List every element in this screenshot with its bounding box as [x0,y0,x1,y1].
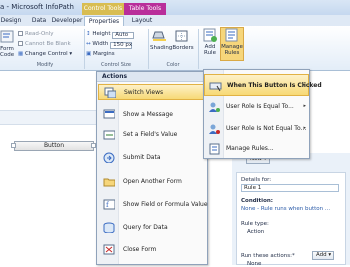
borders-label: Borders [172,45,194,51]
close-form-icon [103,244,115,255]
condition-label: Condition: [241,198,273,204]
add-rule-button[interactable]: Add Rule [200,28,220,62]
menu-item-label: Submit Data [123,154,161,161]
menu-item-open-another-form[interactable]: Open Another Form [98,174,206,190]
manage-rules-label-2: Rules [224,50,240,56]
chevron-down-icon: ▾ [328,252,332,258]
group-control-size-label: Control Size [101,62,131,68]
chevron-down-icon: ▾ [69,51,73,57]
rule-type-label: Rule type: [241,221,269,227]
actions-value: None [247,261,262,267]
context-tab-table-tools[interactable]: Table Tools [124,3,166,15]
add-action-button[interactable]: Add ▾ [312,251,334,260]
run-actions-label: Run these actions:* [241,253,295,259]
menu-item-submit-data[interactable]: Submit Data [98,150,206,166]
message-icon [103,109,115,119]
window-title: a - Microsoft InfoPath [0,3,74,11]
tab-data[interactable]: Data [28,16,50,26]
menu-item-label: Show Field or Formula Value [123,201,208,208]
menu-item-close-form[interactable]: Close Form [98,242,206,258]
manage-rules-icon [225,28,238,42]
manage-rules-button[interactable]: Manage Rules [220,27,244,61]
resize-handle-left[interactable] [11,143,16,148]
tab-layout[interactable]: Layout [128,16,156,26]
manage-rules-icon [209,143,220,155]
context-tab-control-tools[interactable]: Control Tools [82,3,124,15]
shading-button[interactable]: Shading [150,29,173,59]
read-only-checkbox[interactable]: Read-Only [18,31,54,37]
cannot-be-blank-checkbox[interactable]: Cannot Be Blank [18,41,71,47]
rule-type-value: Action [247,229,265,235]
margins-icon: ▣ [86,51,92,57]
tab-properties[interactable]: Properties [84,16,124,26]
menu-item-label: Show a Message [123,111,173,118]
width-input[interactable]: 150 px [110,42,133,49]
condition-link[interactable]: None - Rule runs when button ... [241,206,330,212]
tab-design[interactable]: Design [0,16,22,26]
menu-item-when-button-clicked[interactable]: When This Button Is Clicked ▸ [204,74,322,96]
actions-menu-header: Actions [97,72,207,82]
menu-item-label: User Role Is Equal To... [226,103,294,110]
menu-item-manage-rules[interactable]: Manage Rules... [204,138,309,160]
menu-item-label: When This Button Is Clicked [227,82,322,89]
height-input[interactable]: Auto [112,32,135,39]
set-field-icon [103,130,115,140]
add-rule-label-2: Rule [204,50,216,56]
button-click-icon [209,82,222,92]
menu-item-user-role-equal[interactable]: User Role Is Equal To... ▸ [204,96,309,118]
menu-item-label: Set a Field's Value [123,131,178,138]
change-control-button[interactable]: ▦ Change Control ▾ [18,51,72,57]
menu-item-label: Switch Views [124,89,164,96]
group-separator [148,29,149,69]
chevron-right-icon: ▸ [302,82,305,88]
form-button-control[interactable]: Button [14,141,94,151]
code-icon [0,30,14,43]
checkbox-icon [18,41,23,46]
rule-name-input[interactable]: Rule 1 [241,184,339,192]
menu-item-user-role-not-equal[interactable]: User Role Is Not Equal To... ▸ [204,118,309,140]
title-bar: a - Microsoft InfoPath [0,0,350,15]
submit-icon [103,152,115,163]
group-color-label: Color [166,62,180,68]
user-role-icon [209,124,220,134]
height-icon: ↕ [86,31,91,37]
borders-icon [175,30,188,42]
menu-item-label: Query for Data [123,224,168,231]
menu-item-switch-views[interactable]: Switch Views [98,84,206,100]
menu-item-label: Open Another Form [123,178,182,185]
group-separator [84,29,85,69]
chevron-right-icon: ▸ [303,125,306,131]
add-rule-icon [203,28,217,42]
menu-item-show-formula-value[interactable]: f Show Field or Formula Value [98,197,208,213]
borders-button[interactable]: Borders [172,29,194,59]
checkbox-icon [18,31,23,36]
menu-item-label: User Role Is Not Equal To... [226,125,307,132]
width-icon: ↔ [86,41,91,47]
switch-views-icon [104,87,116,98]
chevron-right-icon: ▸ [303,103,306,109]
group-modify-label: Modify [36,62,54,68]
group-separator [198,29,199,69]
query-icon [103,222,115,233]
menu-item-label: Manage Rules... [226,145,274,152]
shading-label: Shading [150,45,173,51]
menu-item-show-message[interactable]: Show a Message [98,107,206,123]
form-code-label-2: Code [0,52,15,58]
paint-bucket-icon [152,31,166,41]
menu-item-label: Close Form [123,246,157,253]
tab-developer[interactable]: Developer [50,16,84,26]
menu-item-set-field-value[interactable]: Set a Field's Value [98,127,206,143]
open-form-icon [103,178,115,187]
margins-button[interactable]: ▣ Margins [86,51,115,57]
menu-item-query-for-data[interactable]: Query for Data [98,220,206,236]
form-code-button[interactable]: Form Code [0,30,14,60]
formula-icon: f [103,199,115,210]
change-control-icon: ▦ [18,51,24,57]
width-field[interactable]: ↔ Width 150 px [86,41,133,49]
height-field[interactable]: ↕ Height Auto [86,31,135,39]
details-for-label: Details for: [241,177,272,183]
user-role-icon [209,102,220,112]
